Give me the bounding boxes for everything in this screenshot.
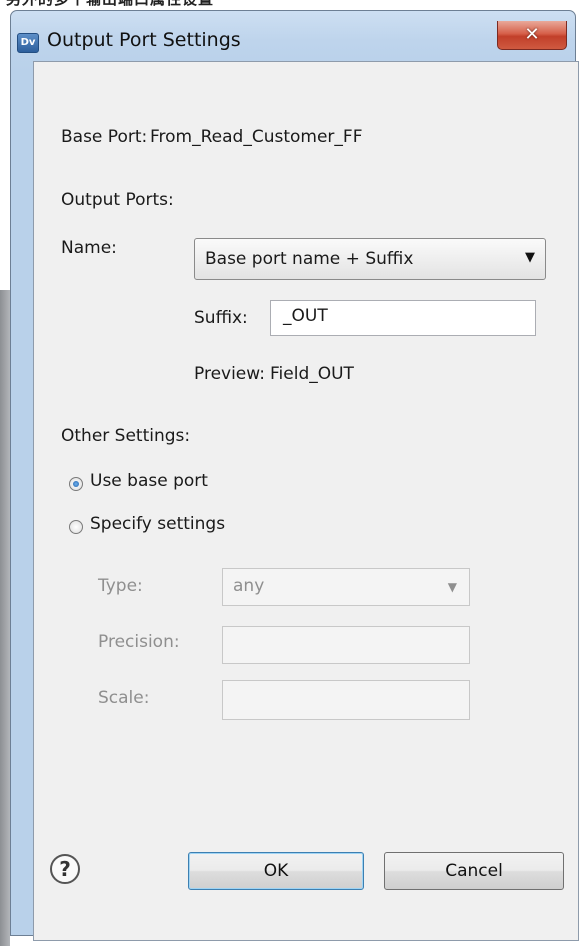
preview-label: Preview: <box>194 364 265 384</box>
background-window-edge <box>0 290 10 946</box>
help-icon[interactable]: ? <box>50 854 80 884</box>
background-caption: 另外的多个输出端口属性设置 <box>0 0 584 10</box>
scale-label: Scale: <box>98 688 150 708</box>
suffix-input-value: _OUT <box>283 306 328 326</box>
ok-button[interactable]: OK <box>188 852 364 890</box>
output-ports-heading: Output Ports: <box>61 190 174 210</box>
precision-label: Precision: <box>98 632 180 652</box>
name-dropdown-value: Base port name + Suffix <box>205 249 414 269</box>
suffix-label: Suffix: <box>194 308 248 328</box>
precision-input[interactable] <box>222 626 470 664</box>
type-dropdown-value: any <box>233 576 265 596</box>
preview-value: Field_OUT <box>270 364 354 384</box>
dialog-window: Dv Output Port Settings ✕ Base Port: Fro… <box>10 10 579 941</box>
close-button[interactable]: ✕ <box>497 21 567 50</box>
base-port-value: From_Read_Customer_FF <box>150 127 363 147</box>
cancel-button[interactable]: Cancel <box>384 852 564 890</box>
other-settings-heading: Other Settings: <box>61 426 191 446</box>
dropdown-arrow-icon: ▼ <box>447 580 457 594</box>
use-base-port-label[interactable]: Use base port <box>90 471 208 491</box>
name-label: Name: <box>61 238 117 258</box>
app-dv-icon: Dv <box>17 33 39 53</box>
specify-settings-label[interactable]: Specify settings <box>90 514 225 534</box>
dropdown-arrow-icon: ▼ <box>525 250 535 265</box>
base-port-label: Base Port: <box>61 127 148 147</box>
background-caption-text: 另外的多个输出端口属性设置 <box>6 0 214 9</box>
close-icon: ✕ <box>524 24 540 45</box>
use-base-port-radio[interactable] <box>69 477 83 491</box>
type-label: Type: <box>98 576 143 596</box>
type-dropdown[interactable]: any ▼ <box>222 568 470 606</box>
scale-input[interactable] <box>222 680 470 720</box>
suffix-input[interactable]: _OUT <box>270 300 536 336</box>
dialog-title: Output Port Settings <box>47 29 241 51</box>
specify-settings-radio[interactable] <box>69 520 83 534</box>
name-dropdown[interactable]: Base port name + Suffix ▼ <box>194 238 546 280</box>
dialog-client-area: Base Port: From_Read_Customer_FF Output … <box>33 61 579 941</box>
